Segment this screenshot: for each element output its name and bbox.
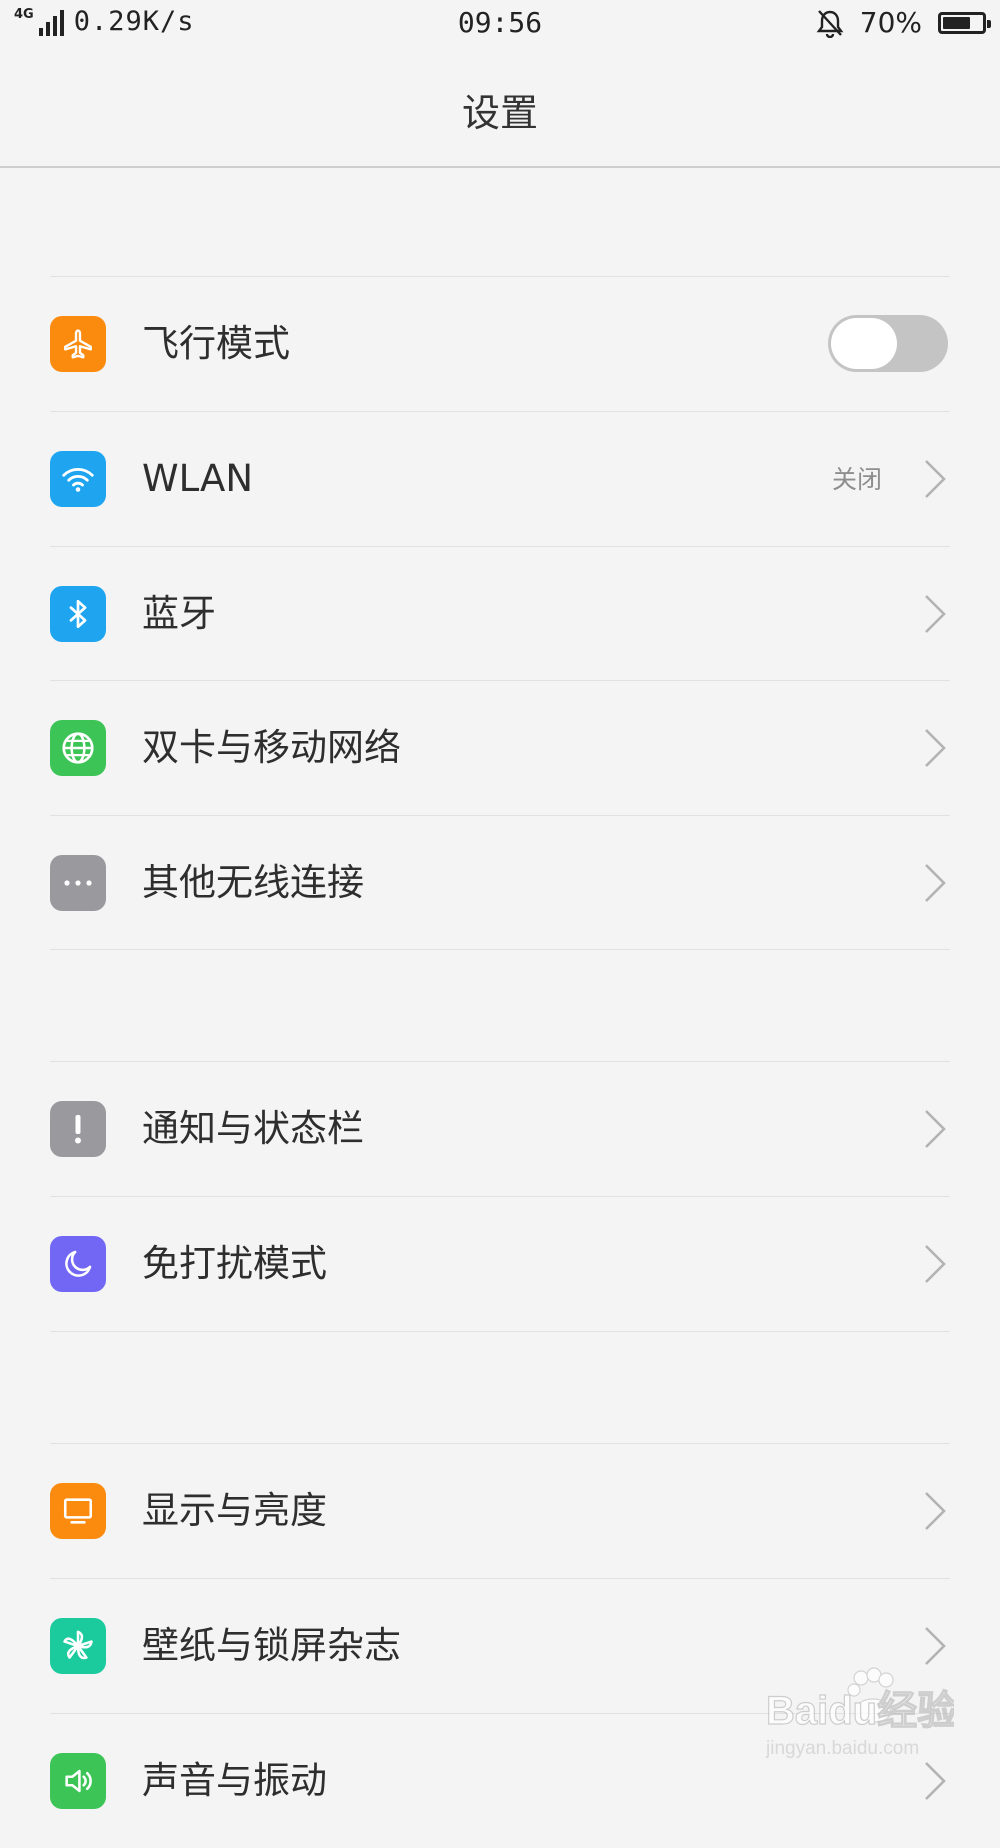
chevron-right-icon — [925, 1110, 946, 1148]
wifi-icon — [50, 451, 106, 507]
chevron-right-icon — [925, 1245, 946, 1283]
status-right: 70% — [816, 6, 991, 39]
setting-label: 通知与状态栏 — [142, 1107, 364, 1150]
divider — [50, 949, 950, 950]
page-title: 设置 — [461, 91, 538, 135]
setting-label: 免打扰模式 — [142, 1242, 327, 1285]
chevron-right-icon — [925, 1762, 946, 1800]
more-dots-icon — [50, 855, 106, 911]
setting-label: 壁纸与锁屏杂志 — [142, 1624, 401, 1667]
setting-dual-sim-mobile-network[interactable]: 双卡与移动网络 — [0, 681, 1000, 815]
setting-label: 显示与亮度 — [142, 1489, 327, 1532]
battery-percent: 70% — [859, 6, 922, 39]
baidu-watermark-logo: Baidu经验 jingyan.baidu.com — [765, 1667, 954, 1759]
setting-do-not-disturb[interactable]: 免打扰模式 — [0, 1197, 1000, 1331]
chevron-right-icon — [925, 1627, 946, 1665]
chevron-right-icon — [925, 729, 946, 767]
exclamation-icon — [50, 1101, 106, 1157]
setting-label: 双卡与移动网络 — [142, 726, 401, 769]
setting-wlan[interactable]: WLAN 关闭 — [0, 412, 1000, 546]
bell-muted-icon — [816, 9, 844, 38]
setting-bluetooth[interactable]: 蓝牙 — [0, 547, 1000, 681]
moon-icon — [50, 1236, 106, 1292]
status-bar: 4G 0.29K/s 09:56 70% — [0, 0, 1000, 48]
setting-label: 蓝牙 — [142, 592, 216, 635]
airplane-mode-toggle[interactable] — [828, 315, 948, 372]
setting-label: 飞行模式 — [142, 322, 290, 365]
battery-icon — [938, 11, 991, 34]
chevron-right-icon — [925, 864, 946, 902]
setting-label: WLAN — [142, 457, 254, 500]
bluetooth-icon — [50, 586, 106, 642]
setting-display-brightness[interactable]: 显示与亮度 — [0, 1444, 1000, 1578]
setting-notification-statusbar[interactable]: 通知与状态栏 — [0, 1062, 1000, 1196]
chevron-right-icon — [925, 460, 946, 498]
setting-airplane-mode[interactable]: 飞行模式 — [0, 277, 1000, 411]
globe-icon — [50, 720, 106, 776]
pinwheel-icon — [50, 1618, 106, 1674]
monitor-icon — [50, 1483, 106, 1539]
speaker-icon — [50, 1753, 106, 1809]
setting-label: 其他无线连接 — [142, 861, 364, 904]
chevron-right-icon — [925, 1492, 946, 1530]
setting-other-wireless[interactable]: 其他无线连接 — [0, 816, 1000, 950]
divider — [50, 1331, 950, 1332]
svg-text:Baidu经验: Baidu经验 — [766, 1689, 954, 1733]
svg-text:jingyan.baidu.com: jingyan.baidu.com — [765, 1738, 919, 1759]
wlan-status-value: 关闭 — [831, 465, 882, 494]
setting-label: 声音与振动 — [142, 1759, 327, 1802]
airplane-icon — [50, 316, 106, 372]
header: 设置 — [0, 48, 1000, 168]
chevron-right-icon — [925, 595, 946, 633]
